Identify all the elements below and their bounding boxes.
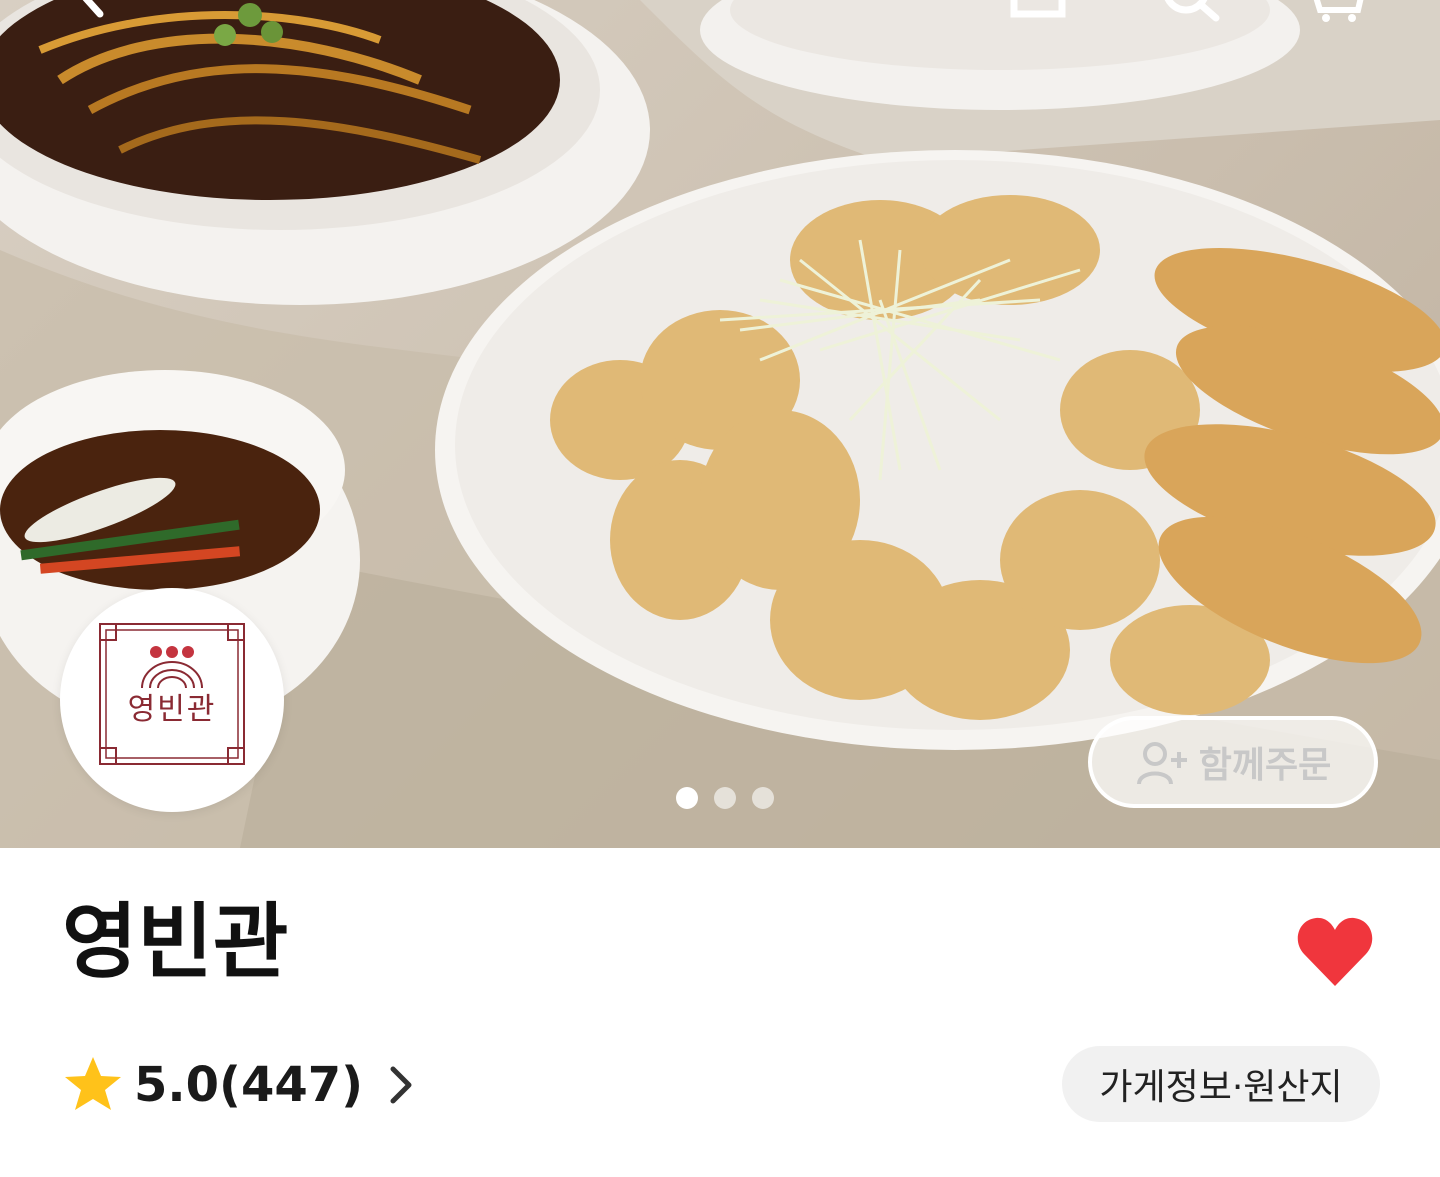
- star-icon: [65, 1057, 121, 1110]
- store-name: 영빈관: [62, 895, 289, 990]
- search-button[interactable]: [1158, 0, 1222, 22]
- store-logo: 영빈관: [60, 588, 284, 812]
- logo-text: 영빈관: [127, 692, 217, 727]
- together-order-label: 함께주문: [1198, 745, 1332, 786]
- store-info-origin-button[interactable]: 가게정보·원산지: [1062, 1046, 1380, 1122]
- chevron-left-icon: [82, 0, 104, 18]
- heart-icon: [1297, 917, 1373, 986]
- cart-button[interactable]: [1306, 0, 1370, 22]
- carousel-indicator: [676, 787, 774, 809]
- share-icon: [1010, 0, 1066, 18]
- add-person-icon: [1136, 742, 1187, 785]
- cart-icon: [1313, 0, 1364, 22]
- hero-image[interactable]: 영빈관 함께주문: [0, 0, 1440, 848]
- carousel-dot[interactable]: [714, 787, 736, 809]
- carousel-dot[interactable]: [752, 787, 774, 809]
- rating-score: 5.0(447): [134, 1057, 364, 1113]
- chevron-right-icon: [390, 1066, 412, 1104]
- back-button[interactable]: [62, 0, 126, 22]
- carousel-dot[interactable]: [676, 787, 698, 809]
- rating-link[interactable]: 5.0(447): [62, 1050, 415, 1120]
- favorite-button[interactable]: [1296, 916, 1374, 988]
- share-button[interactable]: [1006, 0, 1070, 22]
- together-order-button[interactable]: 함께주문: [1088, 716, 1378, 808]
- search-icon: [1164, 0, 1220, 22]
